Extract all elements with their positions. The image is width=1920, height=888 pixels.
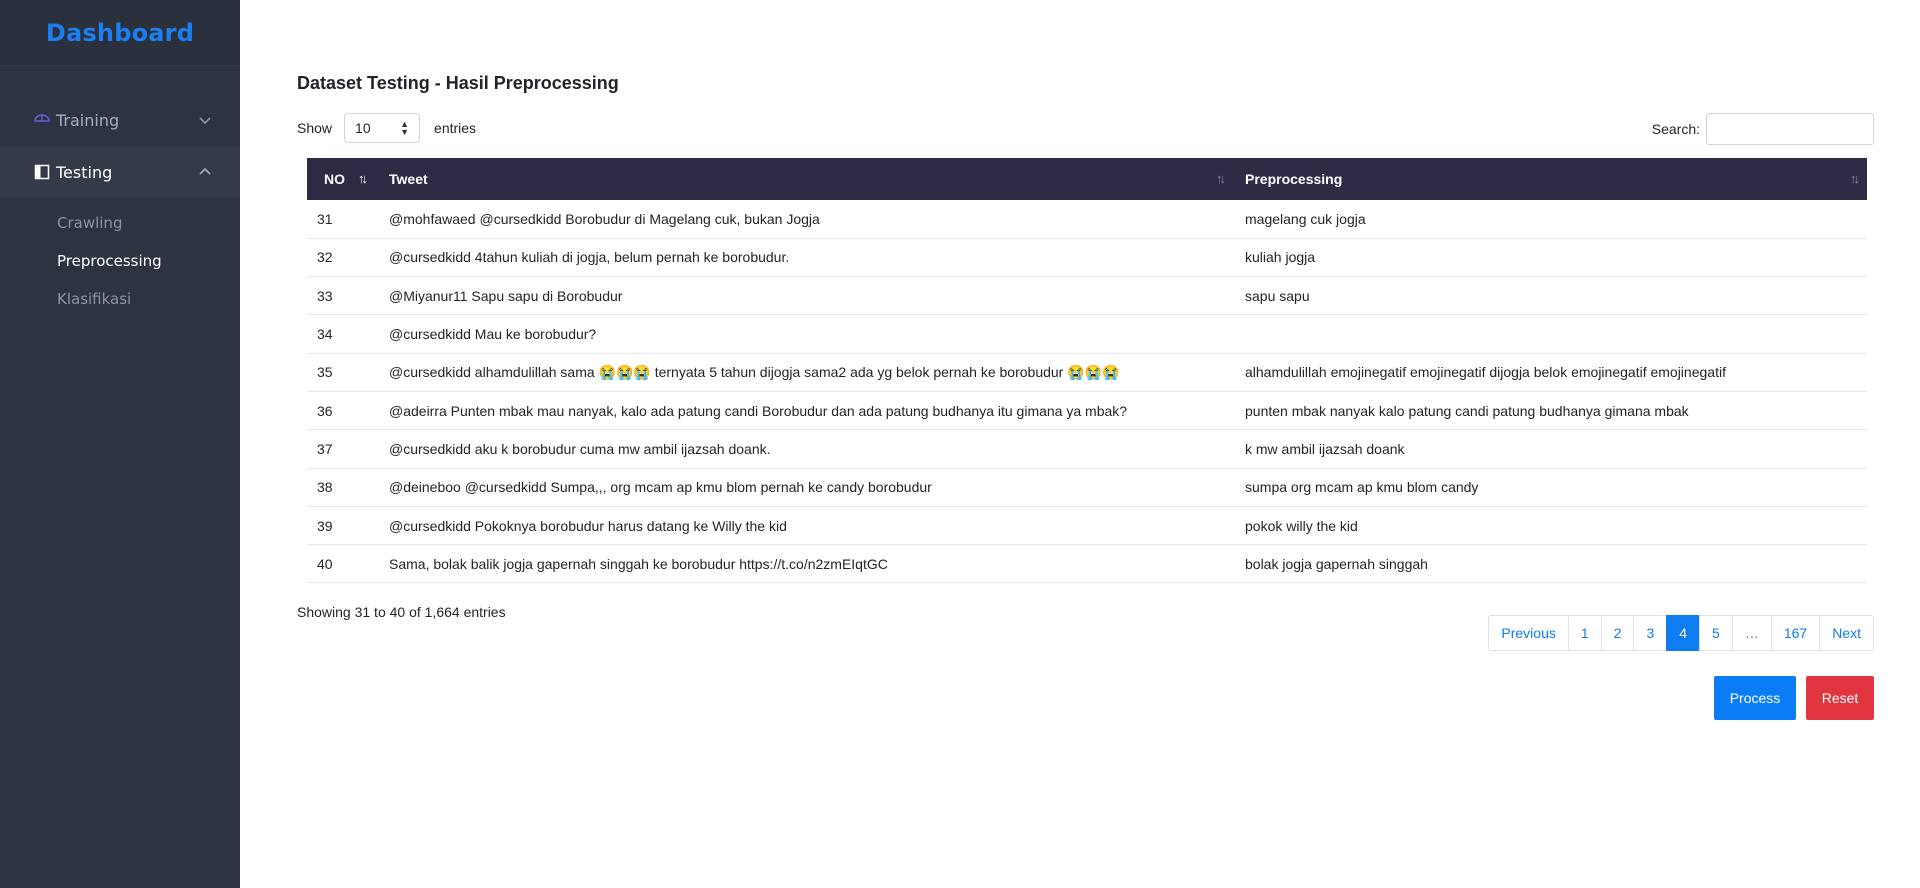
cell-no: 36 xyxy=(317,402,333,419)
pagination-previous[interactable]: Previous xyxy=(1488,615,1569,651)
cell-tweet: Sama, bolak balik jogja gapernah singgah… xyxy=(389,555,888,572)
sidebar-subitem-preprocessing[interactable]: Preprocessing xyxy=(0,242,240,280)
process-button[interactable]: Process xyxy=(1714,676,1796,720)
column-header-tweet[interactable]: Tweet ↑↓ xyxy=(377,158,1233,200)
cell-tweet: @cursedkidd Mau ke borobudur? xyxy=(389,326,597,343)
cell-no: 34 xyxy=(317,326,333,343)
column-header-label: NO xyxy=(324,171,345,187)
entries-length-control: Show 10 ▲ ▼ entries xyxy=(297,113,476,143)
umbrella-icon xyxy=(32,110,52,130)
table-row: 31 @mohfawaed @cursedkidd Borobudur di Ma… xyxy=(307,200,1867,239)
entries-select-value: 10 xyxy=(355,120,371,136)
pagination-page-2[interactable]: 2 xyxy=(1600,615,1635,651)
column-header-label: Tweet xyxy=(389,171,428,187)
pagination-page-4[interactable]: 4 xyxy=(1666,615,1701,651)
pagination-page-5[interactable]: 5 xyxy=(1699,615,1733,651)
cell-no: 38 xyxy=(317,479,333,496)
cell-preprocessing: k mw ambil ijazsah doank xyxy=(1245,440,1405,457)
cell-preprocessing: sapu sapu xyxy=(1245,287,1310,304)
show-label: Show xyxy=(297,120,333,136)
cell-no: 37 xyxy=(317,440,333,457)
search-label: Search: xyxy=(1651,121,1700,137)
cell-tweet: @mohfawaed @cursedkidd Borobudur di Mage… xyxy=(389,210,820,227)
sidebar: Dashboard Training Testing Crawling Prep… xyxy=(0,0,240,888)
search-control: Search: xyxy=(1652,113,1874,145)
sidebar-item-testing[interactable]: Testing xyxy=(0,146,240,198)
brand[interactable]: Dashboard xyxy=(0,0,240,66)
cell-no: 32 xyxy=(317,249,333,266)
pagination-ellipsis: … xyxy=(1731,615,1772,651)
pagination-page-3[interactable]: 3 xyxy=(1633,615,1668,651)
preprocessing-table: NO ↑↓ Tweet ↑↓ Preprocessing ↑↓ 31 @mohfa… xyxy=(307,158,1867,583)
chevron-up-icon xyxy=(199,167,211,175)
sidebar-item-label: Testing xyxy=(56,162,113,182)
table-row: 33 @Miyanur11 Sapu sapu di Borobudur sapu … xyxy=(307,277,1867,315)
entries-select[interactable]: 10 ▲ ▼ xyxy=(344,113,421,143)
cell-preprocessing: magelang cuk jogja xyxy=(1245,210,1366,227)
table-row: 39 @cursedkidd Pokoknya borobudur harus d… xyxy=(307,506,1867,545)
table-header-row: NO ↑↓ Tweet ↑↓ Preprocessing ↑↓ xyxy=(307,158,1867,200)
table-row: 34 @cursedkidd Mau ke borobudur? xyxy=(307,315,1867,354)
page-title: Dataset Testing - Hasil Preprocessing xyxy=(297,73,619,93)
reset-button[interactable]: Reset xyxy=(1806,676,1874,720)
cell-preprocessing: pokok willy the kid xyxy=(1245,517,1358,534)
pagination-next[interactable]: Next xyxy=(1819,615,1874,651)
entries-label: entries xyxy=(434,120,477,136)
pagination: Previous 1 2 3 4 5 … 167 Next xyxy=(1488,615,1874,651)
cell-tweet: @cursedkidd alhamdulillah sama 😭😭😭 terny… xyxy=(389,363,1120,380)
table-row: 32 @cursedkidd 4tahun kuliah di jogja, be… xyxy=(307,238,1867,277)
cell-no: 35 xyxy=(317,364,333,381)
cell-tweet: @cursedkidd Pokoknya borobudur harus dat… xyxy=(389,517,787,534)
column-header-preprocessing[interactable]: Preprocessing ↑↓ xyxy=(1233,158,1867,200)
cell-preprocessing xyxy=(1233,315,1867,353)
cell-preprocessing: kuliah jogja xyxy=(1245,249,1316,266)
pagination-page-167[interactable]: 167 xyxy=(1770,615,1821,651)
table-row: 40 Sama, bolak balik jogja gapernah singg… xyxy=(307,545,1867,583)
sidebar-subitem-klasifikasi[interactable]: Klasifikasi xyxy=(0,280,240,318)
sort-icon: ↑↓ xyxy=(358,171,368,186)
sidebar-nav: Training Testing Crawling Preprocessing … xyxy=(0,66,240,324)
cell-preprocessing: punten mbak nanyak kalo patung candi pat… xyxy=(1245,402,1689,419)
cell-no: 39 xyxy=(317,517,333,534)
column-header-no[interactable]: NO ↑↓ xyxy=(307,158,377,200)
chevron-down-icon xyxy=(199,117,211,125)
cell-tweet: @deineboo @cursedkidd Sumpa,,, org mcam … xyxy=(389,479,932,496)
table-info: Showing 31 to 40 of 1,664 entries xyxy=(297,604,506,620)
main-content: Dataset Testing - Hasil Preprocessing Sh… xyxy=(240,0,1920,888)
pagination-page-1[interactable]: 1 xyxy=(1567,615,1602,651)
sidebar-item-training[interactable]: Training xyxy=(0,94,240,146)
cell-preprocessing: bolak jogja gapernah singgah xyxy=(1245,555,1428,572)
sidebar-layout-icon xyxy=(32,162,52,182)
cell-tweet: @cursedkidd 4tahun kuliah di jogja, belu… xyxy=(389,249,790,266)
brand-title[interactable]: Dashboard xyxy=(46,19,194,47)
column-header-label: Preprocessing xyxy=(1245,171,1343,187)
sort-icon: ↑↓ xyxy=(1216,171,1226,186)
sort-icon: ↑↓ xyxy=(1850,171,1860,186)
sidebar-item-label: Training xyxy=(56,110,120,130)
cell-no: 31 xyxy=(317,210,333,227)
table-body: 31 @mohfawaed @cursedkidd Borobudur di Ma… xyxy=(307,200,1867,583)
cell-no: 33 xyxy=(317,287,333,304)
testing-submenu: Crawling Preprocessing Klasifikasi xyxy=(0,198,240,324)
sidebar-subitem-crawling[interactable]: Crawling xyxy=(0,204,240,242)
table-row: 38 @deineboo @cursedkidd Sumpa,,, org mca… xyxy=(307,468,1867,507)
select-arrows-icon: ▲ ▼ xyxy=(400,119,410,137)
cell-preprocessing: sumpa org mcam ap kmu blom candy xyxy=(1245,479,1479,496)
cell-preprocessing: alhamdulillah emojinegatif emojinegatif … xyxy=(1245,364,1726,381)
table-row: 37 @cursedkidd aku k borobudur cuma mw am… xyxy=(307,430,1867,469)
cell-tweet: @adeirra Punten mbak mau nanyak, kalo ad… xyxy=(389,402,1128,419)
table-row: 36 @adeirra Punten mbak mau nanyak, kalo … xyxy=(307,391,1867,430)
action-buttons: Process Reset xyxy=(1714,676,1874,720)
search-input[interactable] xyxy=(1706,113,1874,145)
cell-tweet: @cursedkidd aku k borobudur cuma mw ambi… xyxy=(389,440,771,457)
cell-no: 40 xyxy=(317,555,333,572)
cell-tweet: @Miyanur11 Sapu sapu di Borobudur xyxy=(389,287,623,304)
table-row: 35 @cursedkidd alhamdulillah sama 😭😭😭 ter… xyxy=(307,353,1867,392)
